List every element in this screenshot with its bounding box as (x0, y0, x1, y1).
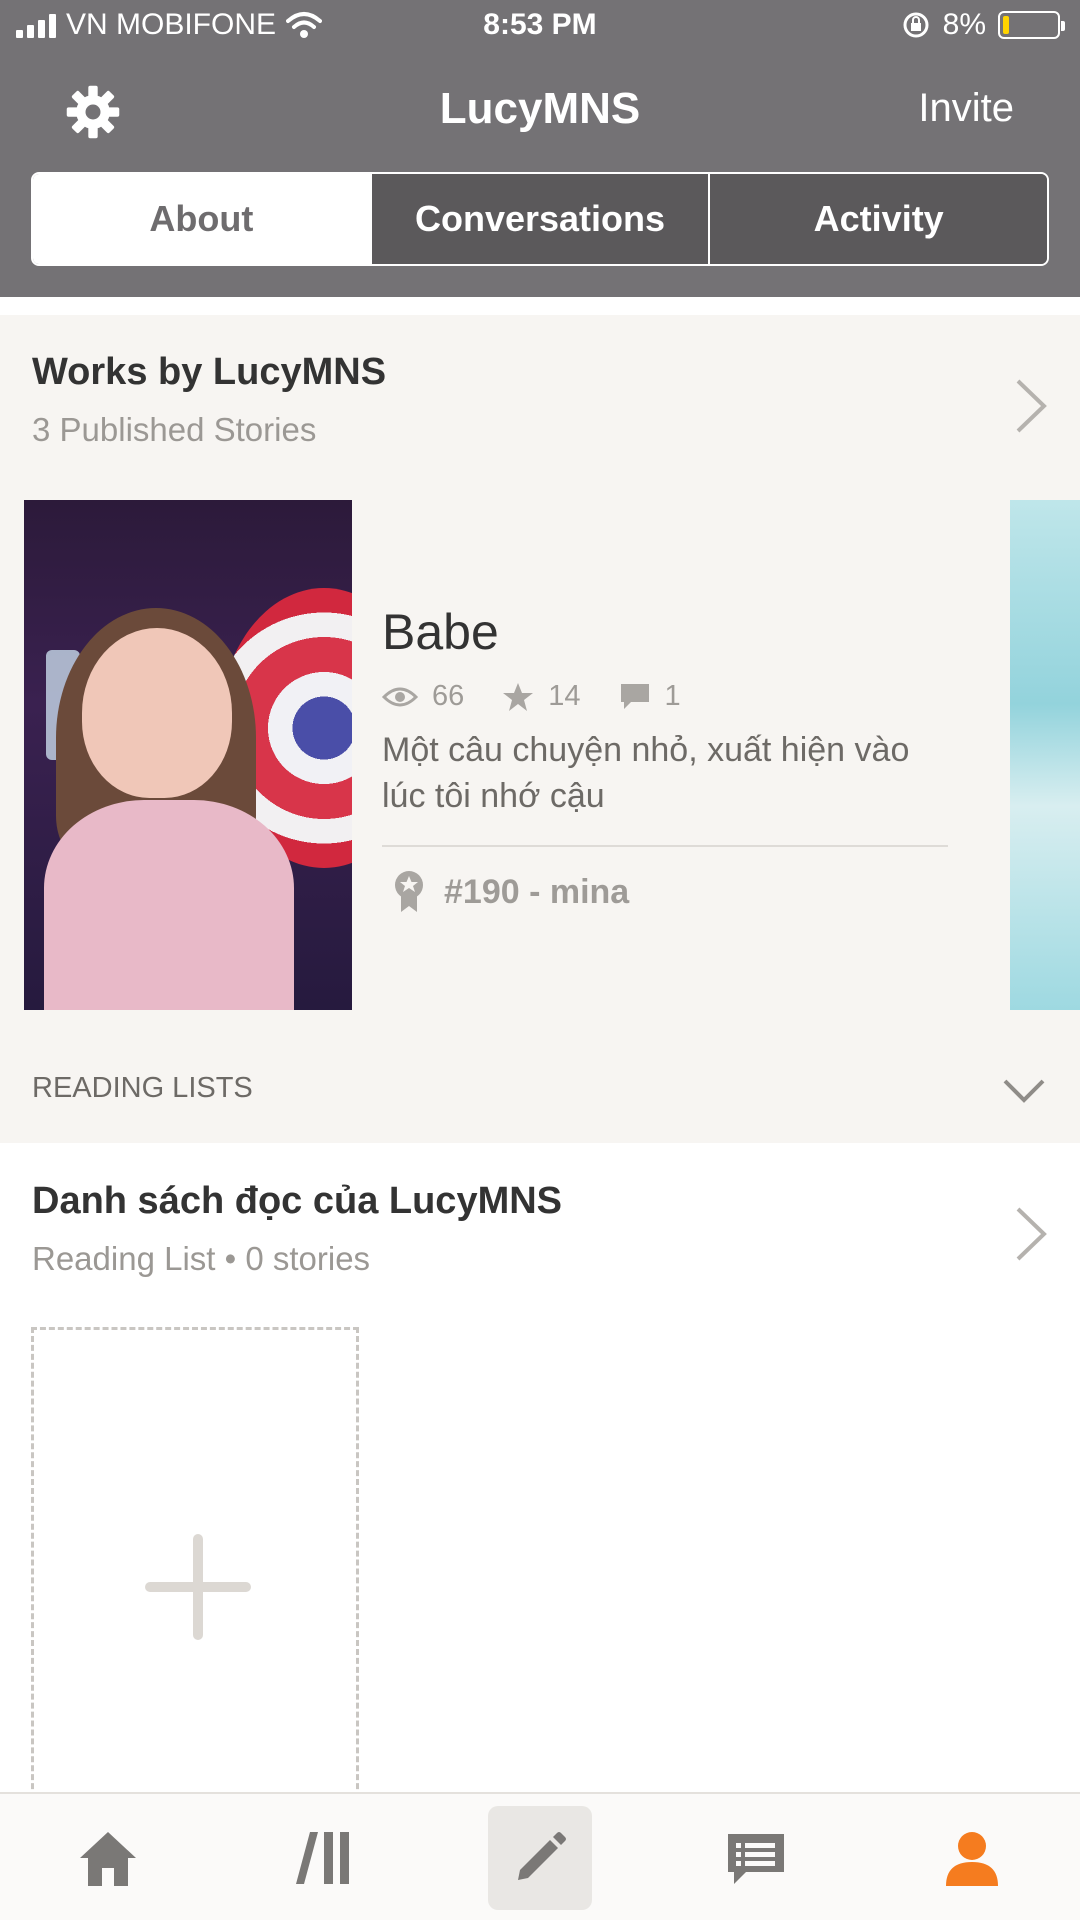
tab-home[interactable] (56, 1806, 160, 1910)
ribbon-icon (395, 871, 423, 912)
chevron-right-icon[interactable] (1014, 1205, 1048, 1263)
status-bar: VN MOBIFONE 8:53 PM 8% (0, 0, 1080, 54)
story-rank[interactable]: #190 - mina (392, 870, 629, 914)
star-icon (503, 682, 534, 711)
works-section: Works by LucyMNS 3 Published Stories Bab… (0, 315, 1080, 1143)
write-icon (518, 1832, 566, 1880)
invite-button[interactable]: Invite (918, 86, 1014, 131)
header-bar: VN MOBIFONE 8:53 PM 8% LucyMNS Invite Ab… (0, 0, 1080, 297)
reading-list-title[interactable]: Danh sách đọc của LucyMNS (32, 1180, 562, 1223)
works-count: 3 Published Stories (32, 411, 317, 448)
story-title[interactable]: Babe (382, 603, 499, 661)
works-title[interactable]: Works by LucyMNS (32, 351, 386, 394)
reading-list-meta: Reading List • 0 stories (32, 1240, 371, 1277)
messages-icon (728, 1834, 784, 1884)
battery-percent: 8% (942, 8, 986, 41)
tab-activity[interactable]: Activity (708, 174, 1047, 264)
reads-count: 66 (432, 680, 465, 712)
story-cover-next[interactable] (1010, 500, 1080, 1010)
library-icon (296, 1832, 349, 1884)
eye-icon (382, 687, 418, 706)
comment-icon (620, 683, 649, 709)
add-story-placeholder[interactable] (31, 1327, 359, 1807)
story-cover[interactable] (24, 500, 352, 1010)
chevron-right-icon[interactable] (1014, 377, 1048, 435)
comments-count: 1 (664, 680, 681, 712)
rank-label: #190 - mina (444, 872, 630, 911)
tab-conversations[interactable]: Conversations (369, 174, 709, 264)
battery-icon (998, 11, 1065, 39)
nav-bar: LucyMNS Invite (0, 54, 1080, 166)
bottom-tab-bar (0, 1792, 1080, 1920)
reading-lists-label: READING LISTS (32, 1072, 253, 1104)
tab-write[interactable] (488, 1806, 592, 1910)
tab-profile[interactable] (920, 1806, 1024, 1910)
orientation-lock-icon (903, 12, 929, 38)
tab-messages[interactable] (704, 1806, 808, 1910)
chevron-down-icon[interactable] (1002, 1077, 1046, 1105)
story-description: Một câu chuyện nhỏ, xuất hiện vào lúc tô… (382, 731, 910, 815)
tab-library[interactable] (272, 1806, 376, 1910)
votes-count: 14 (548, 680, 581, 712)
divider (382, 845, 948, 847)
story-stats: 66 14 1 (382, 680, 719, 713)
home-icon (80, 1832, 136, 1886)
profile-tabs: About Conversations Activity (31, 172, 1049, 266)
tab-about[interactable]: About (33, 174, 370, 264)
profile-icon (946, 1832, 998, 1886)
